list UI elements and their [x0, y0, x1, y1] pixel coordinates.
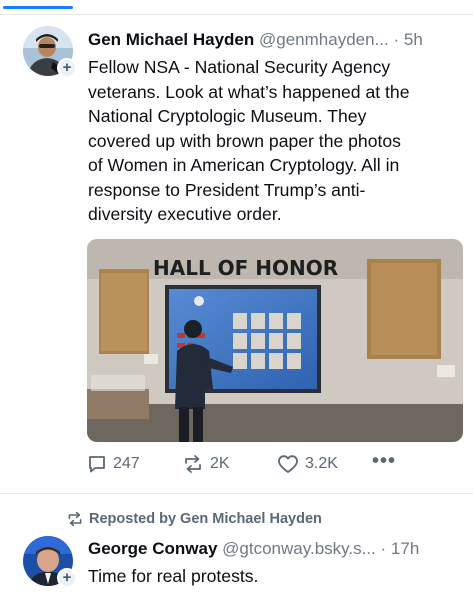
reply-count: 247 — [113, 455, 140, 472]
post-text-line: diversity executive order. — [88, 204, 282, 224]
post-divider — [0, 493, 473, 494]
post-text-line: Fellow NSA - National Security Agency — [88, 57, 391, 77]
post-text-line: National Cryptologic Museum. They — [88, 106, 367, 126]
repost-count: 2K — [210, 455, 230, 472]
post-text: Fellow NSA - National Security Agency ve… — [88, 55, 458, 227]
top-divider — [0, 14, 473, 15]
more-icon: ••• — [372, 450, 397, 472]
author-avatar[interactable]: + — [23, 26, 77, 78]
next-content-partial — [87, 594, 463, 600]
reply-button[interactable]: 247 — [87, 454, 140, 474]
author-handle[interactable]: @genmhayden... — [259, 30, 389, 49]
author-name[interactable]: Gen Michael Hayden — [88, 30, 254, 49]
repost-label: Reposted by Gen Michael Hayden — [89, 511, 322, 527]
like-button[interactable]: 3.2K — [277, 454, 338, 474]
post-text: Time for real protests. — [88, 566, 259, 586]
follow-badge[interactable]: + — [57, 58, 77, 78]
post-time[interactable]: 5h — [404, 30, 423, 49]
time-separator: · — [380, 539, 387, 558]
post-time[interactable]: 17h — [391, 539, 419, 558]
repost-icon — [185, 455, 201, 473]
like-count: 3.2K — [305, 455, 338, 472]
post-text-line: of Women in American Cryptology. All in — [88, 155, 400, 175]
repost-icon — [68, 511, 82, 527]
repost-indicator[interactable]: Reposted by Gen Michael Hayden — [66, 511, 322, 527]
image-sign-text: HALL OF HONOR — [153, 256, 338, 280]
active-tab-indicator — [3, 6, 73, 9]
author-avatar[interactable]: + — [23, 536, 77, 588]
more-button[interactable]: ••• — [372, 450, 396, 473]
author-handle[interactable]: @gtconway.bsky.s... — [222, 539, 376, 558]
post-actions: 247 2K 3.2K ••• — [87, 450, 417, 476]
post-text-line: covered up with brown paper the photos — [88, 130, 401, 151]
post-image[interactable]: HALL OF HONOR — [87, 239, 463, 442]
reply-icon — [89, 456, 105, 473]
repost-button[interactable]: 2K — [182, 454, 230, 474]
post-text-line: veterans. Look at what’s happened at the — [88, 81, 410, 102]
post-header: Gen Michael Hayden @genmhayden... · 5h — [88, 29, 423, 51]
follow-badge[interactable]: + — [57, 568, 77, 588]
time-separator: · — [393, 30, 400, 49]
author-name[interactable]: George Conway — [88, 539, 217, 558]
post-text-line: response to President Trump’s anti- — [88, 179, 366, 200]
heart-icon — [278, 455, 298, 473]
post-header: George Conway @gtconway.bsky.s... · 17h — [88, 538, 419, 560]
